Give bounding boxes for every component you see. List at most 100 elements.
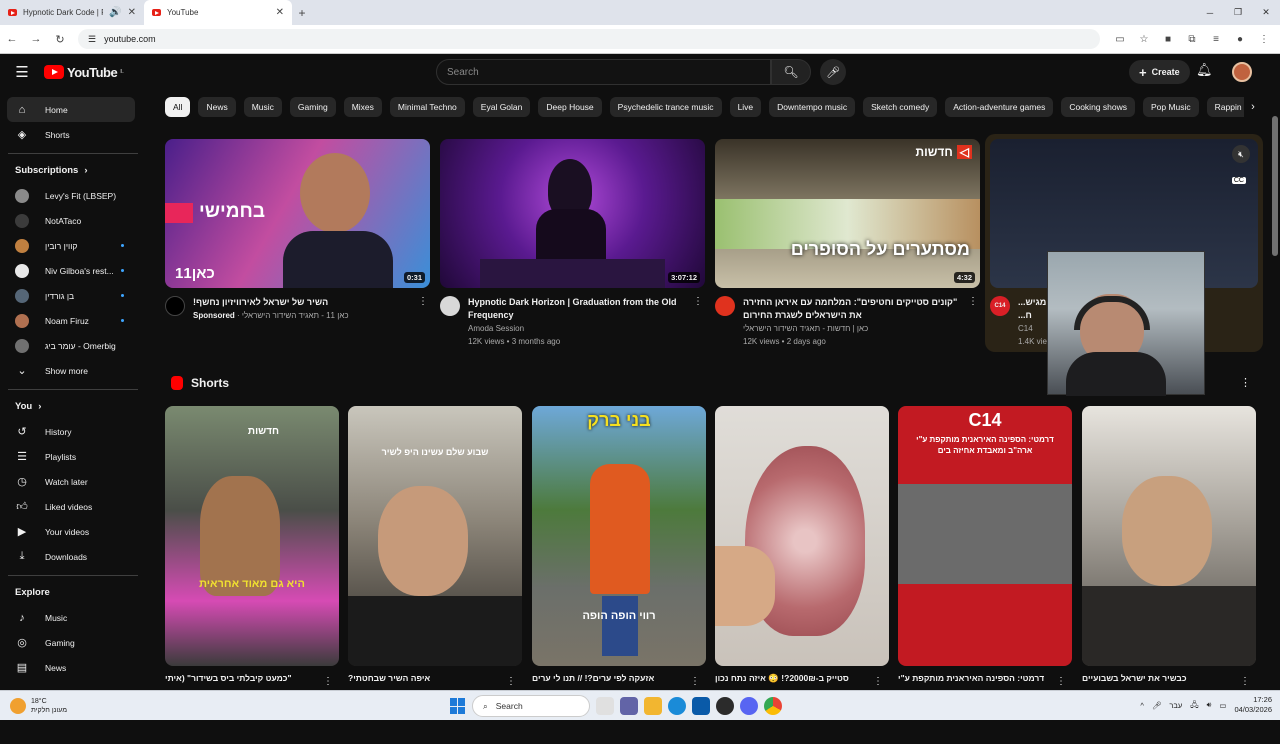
sidebar-item-playlists[interactable]: ☰ Playlists bbox=[0, 444, 148, 469]
more-options-icon[interactable]: ⋮ bbox=[693, 296, 703, 307]
sidebar-item-shorts[interactable]: ◈ Shorts bbox=[0, 122, 148, 147]
short-card[interactable]: C14 דרמטי: הספינה האיראנית מותקפת ע"י אר… bbox=[898, 406, 1072, 687]
video-card[interactable]: חדשות ◁ מסתערים על הסופרים 4:32 "קונים סט… bbox=[715, 139, 980, 348]
filter-chip[interactable]: Music bbox=[243, 97, 282, 117]
page-scrollbar[interactable] bbox=[1270, 108, 1280, 744]
sidebar-subscription-item[interactable]: קווין רובין bbox=[0, 233, 148, 258]
search-button[interactable]: 🔍︎ bbox=[771, 59, 811, 85]
filter-chip[interactable]: Sketch comedy bbox=[863, 97, 938, 117]
reload-icon[interactable]: ↻ bbox=[48, 27, 72, 51]
you-header[interactable]: You › bbox=[0, 394, 148, 419]
channel-avatar[interactable] bbox=[165, 296, 185, 316]
short-title[interactable]: כבשיר את ישראל בשבועיים bbox=[1082, 673, 1232, 683]
channel-name[interactable]: Amoda Session bbox=[468, 322, 683, 335]
filter-chip[interactable]: Downtempo music bbox=[769, 97, 856, 117]
short-thumbnail[interactable] bbox=[715, 406, 889, 666]
channel-name[interactable]: כאן 11 - תאגיד השידור הישראלי bbox=[242, 311, 349, 320]
subscriptions-header[interactable]: Subscriptions › bbox=[0, 158, 148, 183]
more-options-icon[interactable]: ⋮ bbox=[690, 676, 700, 687]
language-indicator[interactable]: עבר bbox=[1169, 701, 1182, 710]
channel-avatar[interactable]: C14 bbox=[990, 296, 1010, 316]
windows-start-icon[interactable] bbox=[450, 698, 466, 714]
more-options-icon[interactable]: ⋮ bbox=[1056, 676, 1066, 687]
sidebar-subscription-item[interactable]: עומר ביג - Omerbig bbox=[0, 333, 148, 358]
channel-avatar[interactable] bbox=[440, 296, 460, 316]
video-card[interactable]: 3:07:12 Hypnotic Dark Horizon | Graduati… bbox=[440, 139, 705, 348]
short-title[interactable]: סטייק ב-2000₪?! 😳 איזה נתח נכון bbox=[715, 673, 865, 684]
more-options-icon[interactable]: ⋮ bbox=[873, 676, 883, 687]
short-thumbnail[interactable] bbox=[1082, 406, 1256, 666]
taskbar-search[interactable]: ⌕ Search bbox=[472, 695, 590, 717]
close-window-icon[interactable]: ✕ bbox=[1252, 0, 1280, 25]
short-title[interactable]: "כמעט קיבלתי ביס בשידור" (איתי bbox=[165, 673, 315, 683]
filter-chip[interactable]: Gaming bbox=[289, 97, 336, 117]
microphone-tray-icon[interactable]: 🎤︎ bbox=[1152, 701, 1162, 710]
filter-chip[interactable]: News bbox=[198, 97, 236, 117]
edge-icon[interactable] bbox=[668, 697, 686, 715]
search-input[interactable]: Search bbox=[436, 59, 771, 85]
video-thumbnail[interactable]: 3:07:12 bbox=[440, 139, 705, 288]
short-title[interactable]: איפה השיר שבחטתי? bbox=[348, 673, 498, 683]
profile-icon[interactable]: ● bbox=[1230, 29, 1250, 49]
filter-chip[interactable]: Eyal Golan bbox=[472, 97, 531, 117]
network-icon[interactable]: 🖧︎ bbox=[1190, 699, 1198, 712]
short-card[interactable]: כבשיר את ישראל בשבועיים ⋮ bbox=[1082, 406, 1256, 687]
puzzle-icon[interactable]: ⧉ bbox=[1182, 29, 1202, 49]
filter-chip[interactable]: Deep House bbox=[538, 97, 602, 117]
volume-icon[interactable]: 🔊︎ bbox=[1207, 700, 1212, 710]
extension-icon[interactable]: ■ bbox=[1158, 29, 1178, 49]
restore-icon[interactable]: ❐ bbox=[1224, 0, 1252, 25]
short-card[interactable]: חדשות היא גם מאוד אחראית "כמעט קיבלתי בי… bbox=[165, 406, 339, 687]
file-explorer-icon[interactable] bbox=[644, 697, 662, 715]
chrome-icon[interactable] bbox=[764, 697, 782, 715]
clock[interactable]: 17:26 04/03/2026 bbox=[1234, 695, 1272, 715]
sidebar-subscription-item[interactable]: NotATaco bbox=[0, 208, 148, 233]
short-card[interactable]: סטייק ב-2000₪?! 😳 איזה נתח נכון ⋮ bbox=[715, 406, 889, 687]
media-control-icon[interactable]: ≡ bbox=[1206, 29, 1226, 49]
youtube-logo[interactable]: YouTube IL bbox=[44, 65, 124, 80]
filter-chip[interactable]: Minimal Techno bbox=[389, 97, 465, 117]
video-card[interactable]: בחמישי כאן11 0:31 השיר של ישראל לאירוויז… bbox=[165, 139, 430, 322]
short-thumbnail[interactable]: שבוע שלם עשינו היפ לשיר bbox=[348, 406, 522, 666]
speaker-icon[interactable]: 🔊 bbox=[109, 7, 121, 18]
notifications-bell-icon[interactable]: 🔔︎ bbox=[1196, 62, 1213, 78]
more-options-icon[interactable]: ⋮ bbox=[968, 296, 978, 307]
mute-icon[interactable]: 🔇︎ bbox=[1232, 145, 1250, 163]
channel-name[interactable]: כאן | חדשות - תאגיד השידור הישראלי bbox=[743, 322, 883, 335]
filter-chip[interactable]: Mixes bbox=[343, 97, 382, 117]
site-info-icon[interactable]: ☰ bbox=[88, 34, 96, 45]
store-icon[interactable] bbox=[692, 697, 710, 715]
discord-icon[interactable] bbox=[740, 697, 758, 715]
more-options-icon[interactable]: ⋮ bbox=[506, 676, 516, 687]
sidebar-subscription-item[interactable]: בן גורדין bbox=[0, 283, 148, 308]
back-icon[interactable]: ← bbox=[0, 27, 24, 51]
filter-chip[interactable]: Pop Music bbox=[1142, 97, 1199, 117]
short-title[interactable]: אזעקה לפי ערים?! // תנו לי ערים bbox=[532, 673, 682, 683]
url-field[interactable]: ☰ youtube.com bbox=[78, 29, 1100, 49]
minimize-icon[interactable]: ─ bbox=[1196, 0, 1224, 25]
cast-icon[interactable]: ▭ bbox=[1110, 29, 1130, 49]
short-title[interactable]: דרמטי: הספינה האיראנית מותקפת ע"י bbox=[898, 673, 1048, 683]
sidebar-subscription-item[interactable]: Niv Gilboa's rest... bbox=[0, 258, 148, 283]
video-thumbnail[interactable]: חדשות ◁ מסתערים על הסופרים 4:32 bbox=[715, 139, 980, 288]
sidebar-item-liked-videos[interactable]: 👍︎ Liked videos bbox=[0, 494, 148, 519]
battery-icon[interactable]: ▭ bbox=[1219, 701, 1226, 710]
channel-avatar[interactable] bbox=[715, 296, 735, 316]
chips-next-chevron-icon[interactable]: › bbox=[1244, 97, 1262, 117]
video-thumbnail[interactable]: בחמישי כאן11 0:31 bbox=[165, 139, 430, 288]
sidebar-item-news[interactable]: ▤ News bbox=[0, 655, 148, 680]
scrollbar-thumb[interactable] bbox=[1272, 116, 1278, 256]
weather-widget[interactable]: 18°C מעונן חלקית bbox=[0, 697, 250, 715]
sidebar-subscription-item[interactable]: Levy's Fit (LBSEP) bbox=[0, 183, 148, 208]
browser-tab-2[interactable]: YouTube ✕ bbox=[144, 0, 292, 25]
captions-icon[interactable]: CC bbox=[1231, 177, 1246, 184]
sidebar-item-gaming[interactable]: ◎ Gaming bbox=[0, 630, 148, 655]
bookmark-star-icon[interactable]: ☆ bbox=[1134, 29, 1154, 49]
more-options-icon[interactable]: ⋮ bbox=[418, 296, 428, 307]
filter-chip[interactable]: All bbox=[165, 97, 191, 117]
account-avatar[interactable] bbox=[1232, 62, 1252, 82]
close-tab-icon[interactable]: ✕ bbox=[128, 7, 136, 18]
menu-dots-icon[interactable]: ⋮ bbox=[1254, 29, 1274, 49]
teams-icon[interactable] bbox=[620, 697, 638, 715]
sidebar-item-music[interactable]: ♪ Music bbox=[0, 605, 148, 630]
